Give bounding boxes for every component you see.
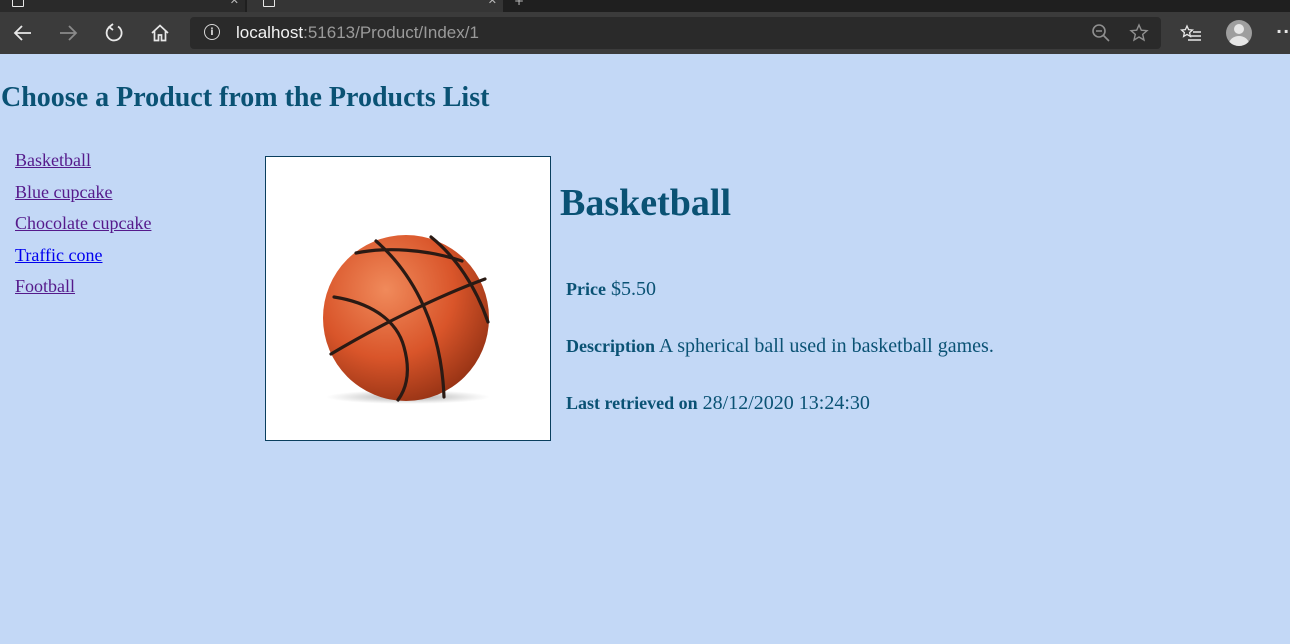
last-retrieved-row: Last retrieved on 28/12/2020 13:24:30 (566, 392, 870, 415)
back-button[interactable] (8, 18, 38, 48)
tab-strip: ✕ ✕ + (0, 0, 1290, 12)
page-title: Choose a Product from the Products List (1, 82, 490, 113)
forward-arrow-icon (60, 25, 78, 41)
list-item: Football (15, 276, 151, 308)
refresh-button[interactable] (99, 18, 129, 48)
favorite-star-icon[interactable] (1129, 23, 1149, 43)
product-list: Basketball Blue cupcake Chocolate cupcak… (15, 150, 151, 308)
basketball-image (323, 235, 490, 404)
more-options-icon[interactable]: ·· (1276, 22, 1290, 41)
product-link-traffic-cone[interactable]: Traffic cone (15, 245, 102, 265)
product-link-blue-cupcake[interactable]: Blue cupcake (15, 182, 112, 202)
browser-toolbar: i localhost:51613/Product/Index/1 ·· (0, 12, 1290, 54)
list-item: Traffic cone (15, 245, 151, 277)
product-link-football[interactable]: Football (15, 276, 75, 296)
home-button[interactable] (145, 18, 175, 48)
close-tab-icon[interactable]: ✕ (488, 0, 497, 7)
site-info-icon[interactable]: i (204, 24, 220, 40)
refresh-icon (105, 23, 123, 42)
forward-button[interactable] (53, 18, 83, 48)
list-item: Basketball (15, 150, 151, 182)
page-icon (12, 0, 24, 7)
product-link-chocolate-cupcake[interactable]: Chocolate cupcake (15, 213, 151, 233)
close-tab-icon[interactable]: ✕ (230, 0, 239, 7)
description-label: Description (566, 336, 655, 356)
home-icon (151, 24, 169, 42)
description-row: Description A spherical ball used in bas… (566, 335, 994, 358)
price-label: Price (566, 279, 606, 299)
page-icon (263, 0, 275, 7)
zoom-icon[interactable] (1091, 23, 1111, 43)
product-link-basketball[interactable]: Basketball (15, 150, 91, 170)
profile-avatar[interactable] (1226, 20, 1252, 46)
description-value: A spherical ball used in basketball game… (658, 335, 994, 357)
url-text[interactable]: localhost:51613/Product/Index/1 (236, 23, 479, 43)
back-arrow-icon (13, 25, 31, 41)
product-name: Basketball (560, 182, 732, 224)
list-item: Blue cupcake (15, 182, 151, 214)
product-image (265, 156, 551, 441)
last-retrieved-label: Last retrieved on (566, 393, 698, 413)
address-bar[interactable]: i localhost:51613/Product/Index/1 (190, 17, 1161, 49)
new-tab-icon[interactable]: + (514, 0, 524, 8)
price-value: $5.50 (610, 278, 656, 300)
price-row: Price $5.50 (566, 278, 656, 301)
favorites-list-icon[interactable] (1180, 24, 1202, 44)
last-retrieved-value: 28/12/2020 13:24:30 (702, 392, 870, 414)
browser-tab-active[interactable]: ✕ (247, 0, 503, 12)
browser-tab[interactable]: ✕ (0, 0, 245, 12)
list-item: Chocolate cupcake (15, 213, 151, 245)
